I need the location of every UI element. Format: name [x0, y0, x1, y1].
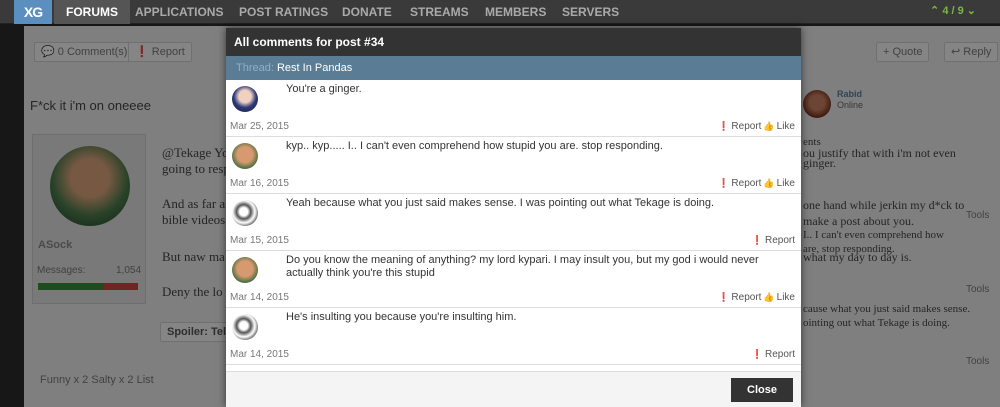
thread-bar: Thread: Rest In Pandas	[226, 56, 801, 80]
comment-date: Mar 14, 2015	[230, 349, 289, 360]
comment-date: Mar 14, 2015	[230, 292, 289, 303]
comment-text: You're a ginger.	[286, 83, 362, 95]
comment-item: Do you know the meaning of anything? my …	[226, 251, 801, 308]
site-logo[interactable]: XG	[14, 0, 52, 24]
thumbs-up-icon: 👍	[763, 121, 775, 131]
nav-post-ratings[interactable]: POST RATINGS	[239, 0, 328, 24]
top-nav: XG FORUMS APPLICATIONS POST RATINGS DONA…	[0, 0, 1000, 24]
nav-streams[interactable]: STREAMS	[410, 0, 469, 24]
report-icon: ❗	[718, 292, 730, 302]
chevron-down-icon[interactable]: ⌄	[967, 5, 976, 17]
pager-label: 4 / 9	[942, 5, 964, 17]
comment-actions: ❗ Report 👍 Like	[716, 121, 795, 132]
comment-actions: ❗ Report	[750, 235, 795, 246]
comment-date: Mar 16, 2015	[230, 178, 289, 189]
report-link[interactable]: Report	[765, 235, 795, 246]
comment-actions: ❗ Report	[750, 349, 795, 360]
like-link[interactable]: Like	[777, 292, 795, 303]
nav-members[interactable]: MEMBERS	[485, 0, 546, 24]
nav-forums[interactable]: FORUMS	[54, 0, 130, 24]
comment-text: He's insulting you because you're insult…	[286, 311, 517, 323]
thumbs-up-icon: 👍	[763, 292, 775, 302]
nav-servers[interactable]: SERVERS	[562, 0, 619, 24]
nav-donate[interactable]: DONATE	[342, 0, 392, 24]
comment-actions: ❗ Report 👍 Like	[716, 292, 795, 303]
modal-title: All comments for post #34	[226, 28, 801, 56]
modal-footer: Close	[226, 371, 801, 407]
report-icon: ❗	[751, 349, 763, 359]
report-link[interactable]: Report	[731, 292, 761, 303]
avatar[interactable]	[232, 314, 258, 340]
close-button[interactable]: Close	[731, 378, 793, 402]
nav-applications[interactable]: APPLICATIONS	[135, 0, 223, 24]
page-pager[interactable]: ⌃ 4 / 9 ⌄	[930, 4, 976, 17]
comment-item: kyp.. kyp..... I.. I can't even comprehe…	[226, 137, 801, 194]
comment-item: You're a ginger. Mar 25, 2015 ❗ Report 👍 Li…	[226, 80, 801, 137]
avatar[interactable]	[232, 86, 258, 112]
thumbs-up-icon: 👍	[763, 178, 775, 188]
comment-text: Do you know the meaning of anything? my …	[286, 254, 759, 279]
avatar[interactable]	[232, 143, 258, 169]
comment-list[interactable]: You're a ginger. Mar 25, 2015 ❗ Report 👍 Li…	[226, 80, 801, 371]
comment-item: Yeah because what you just said makes se…	[226, 194, 801, 251]
comment-date: Mar 15, 2015	[230, 235, 289, 246]
thread-prefix: Thread:	[236, 62, 274, 74]
like-link[interactable]: Like	[777, 178, 795, 189]
avatar[interactable]	[232, 257, 258, 283]
chevron-up-icon[interactable]: ⌃	[930, 5, 939, 17]
comment-text: kyp.. kyp..... I.. I can't even comprehe…	[286, 140, 663, 152]
report-icon: ❗	[718, 121, 730, 131]
report-link[interactable]: Report	[731, 178, 761, 189]
comment-text: Yeah because what you just said makes se…	[286, 197, 715, 209]
comment-actions: ❗ Report 👍 Like	[716, 178, 795, 189]
report-icon: ❗	[718, 178, 730, 188]
report-icon: ❗	[751, 235, 763, 245]
thread-link[interactable]: Rest In Pandas	[277, 62, 352, 74]
comments-modal: All comments for post #34 Thread: Rest I…	[226, 28, 801, 407]
like-link[interactable]: Like	[777, 121, 795, 132]
report-link[interactable]: Report	[731, 121, 761, 132]
report-link[interactable]: Report	[765, 349, 795, 360]
avatar[interactable]	[232, 200, 258, 226]
comment-item: He's insulting you because you're insult…	[226, 308, 801, 365]
comment-date: Mar 25, 2015	[230, 121, 289, 132]
